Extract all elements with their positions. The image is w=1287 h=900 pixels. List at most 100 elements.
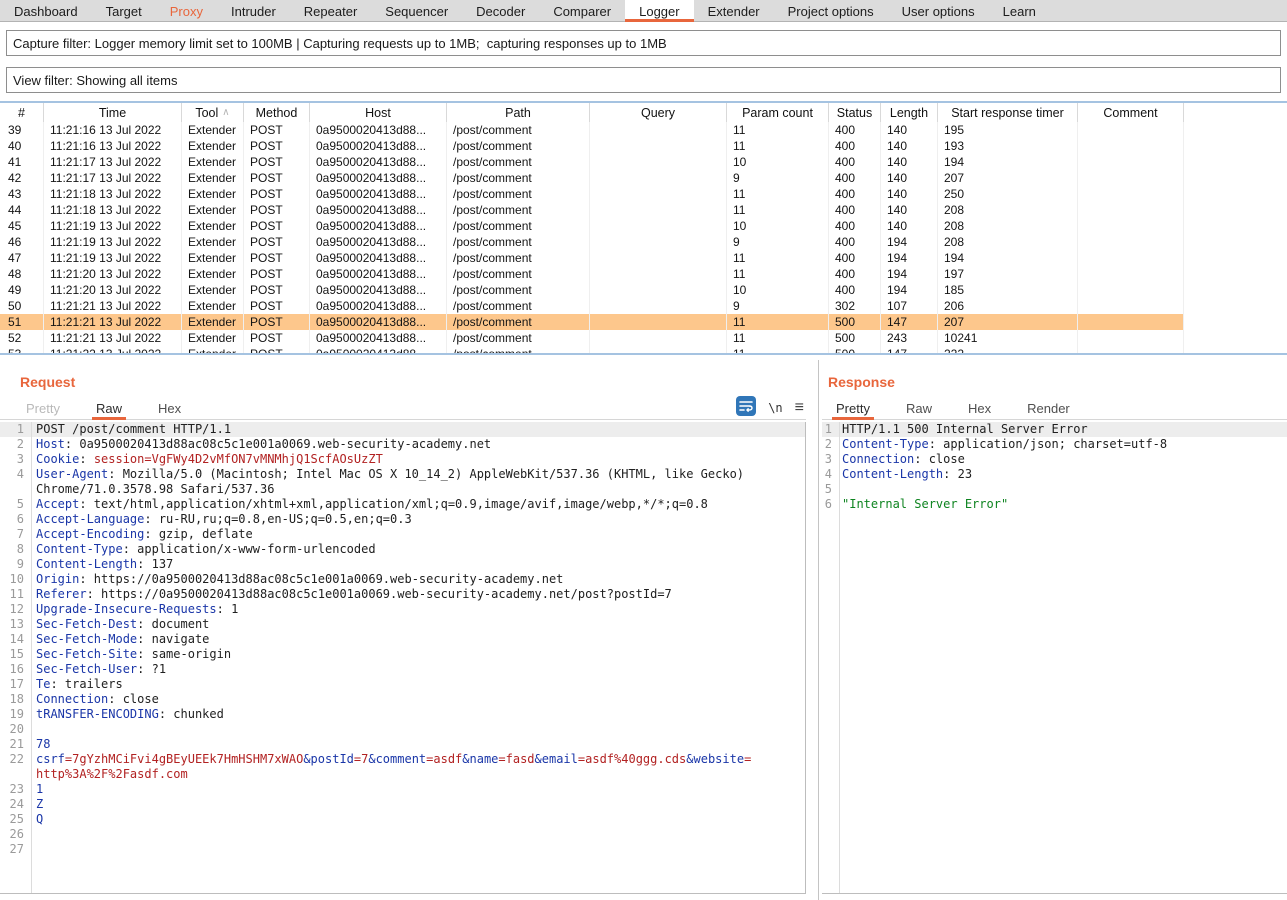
nav-tab-repeater[interactable]: Repeater bbox=[290, 0, 371, 22]
cell-host: 0a9500020413d88... bbox=[310, 266, 447, 282]
line-content: Sec-Fetch-Site: same-origin bbox=[28, 647, 231, 662]
nav-tab-learn[interactable]: Learn bbox=[989, 0, 1050, 22]
nav-tab-target[interactable]: Target bbox=[92, 0, 156, 22]
response-editor[interactable]: 1HTTP/1.1 500 Internal Server Error2Cont… bbox=[822, 422, 1287, 894]
column-header-query[interactable]: Query bbox=[590, 103, 727, 122]
response-tab-raw[interactable]: Raw bbox=[902, 397, 936, 419]
editor-line: Chrome/71.0.3578.98 Safari/537.36 bbox=[0, 482, 805, 497]
cell-param-count: 11 bbox=[727, 138, 829, 154]
log-row-43[interactable]: 4311:21:18 13 Jul 2022ExtenderPOST0a9500… bbox=[0, 186, 1184, 202]
cell--: 53 bbox=[0, 346, 44, 355]
syntax-name: Origin bbox=[36, 572, 79, 586]
syntax-plain: : same-origin bbox=[137, 647, 231, 661]
log-row-49[interactable]: 4911:21:20 13 Jul 2022ExtenderPOST0a9500… bbox=[0, 282, 1184, 298]
log-row-45[interactable]: 4511:21:19 13 Jul 2022ExtenderPOST0a9500… bbox=[0, 218, 1184, 234]
column-label: Start response timer bbox=[951, 106, 1064, 120]
request-tab-raw[interactable]: Raw bbox=[92, 397, 126, 419]
editor-line: 26 bbox=[0, 827, 805, 842]
line-content: Sec-Fetch-Dest: document bbox=[28, 617, 209, 632]
nav-tab-user-options[interactable]: User options bbox=[888, 0, 989, 22]
column-header-comment[interactable]: Comment bbox=[1078, 103, 1184, 122]
request-tab-hex[interactable]: Hex bbox=[154, 397, 185, 419]
cell-path: /post/comment bbox=[447, 218, 590, 234]
syntax-plain: : application/x-www-form-urlencoded bbox=[123, 542, 376, 556]
nav-tab-logger[interactable]: Logger bbox=[625, 0, 693, 22]
column-header-method[interactable]: Method bbox=[244, 103, 310, 122]
response-tab-render[interactable]: Render bbox=[1023, 397, 1074, 419]
column-header-start-response-timer[interactable]: Start response timer bbox=[938, 103, 1078, 122]
line-number: 5 bbox=[0, 497, 28, 512]
cell-path: /post/comment bbox=[447, 266, 590, 282]
log-row-41[interactable]: 4111:21:17 13 Jul 2022ExtenderPOST0a9500… bbox=[0, 154, 1184, 170]
nav-tab-comparer[interactable]: Comparer bbox=[539, 0, 625, 22]
cell-method: POST bbox=[244, 234, 310, 250]
column-header-length[interactable]: Length bbox=[881, 103, 938, 122]
line-content: Origin: https://0a9500020413d88ac08c5c1e… bbox=[28, 572, 563, 587]
column-header-param-count[interactable]: Param count bbox=[727, 103, 829, 122]
syntax-plain: : close bbox=[914, 452, 965, 466]
request-tab-pretty[interactable]: Pretty bbox=[22, 397, 64, 419]
cell-time: 11:21:20 13 Jul 2022 bbox=[44, 282, 182, 298]
nav-tab-sequencer[interactable]: Sequencer bbox=[371, 0, 462, 22]
cell-time: 11:21:19 13 Jul 2022 bbox=[44, 234, 182, 250]
request-editor-toolbar: \n ≡ bbox=[736, 398, 804, 418]
column-header-tool[interactable]: Tool∧ bbox=[182, 103, 244, 122]
cell-path: /post/comment bbox=[447, 234, 590, 250]
syntax-name: 1 bbox=[36, 782, 43, 796]
editor-line: 27 bbox=[0, 842, 805, 857]
newline-toggle-icon[interactable]: \n bbox=[768, 401, 782, 415]
request-response-splitter[interactable] bbox=[818, 360, 819, 900]
nav-tab-project-options[interactable]: Project options bbox=[774, 0, 888, 22]
nav-tab-decoder[interactable]: Decoder bbox=[462, 0, 539, 22]
log-row-47[interactable]: 4711:21:19 13 Jul 2022ExtenderPOST0a9500… bbox=[0, 250, 1184, 266]
capture-filter-text: Capture filter: Logger memory limit set … bbox=[13, 36, 667, 51]
cell-query bbox=[590, 298, 727, 314]
cell-start-response-timer: 194 bbox=[938, 154, 1078, 170]
log-row-52[interactable]: 5211:21:21 13 Jul 2022ExtenderPOST0a9500… bbox=[0, 330, 1184, 346]
nav-tab-dashboard[interactable]: Dashboard bbox=[0, 0, 92, 22]
log-row-48[interactable]: 4811:21:20 13 Jul 2022ExtenderPOST0a9500… bbox=[0, 266, 1184, 282]
syntax-string: "Internal Server Error" bbox=[842, 497, 1008, 511]
cell--: 45 bbox=[0, 218, 44, 234]
cell-start-response-timer: 206 bbox=[938, 298, 1078, 314]
response-tab-pretty[interactable]: Pretty bbox=[832, 397, 874, 419]
syntax-name: Upgrade-Insecure-Requests bbox=[36, 602, 217, 616]
line-content: POST /post/comment HTTP/1.1 bbox=[28, 422, 231, 437]
response-tab-hex[interactable]: Hex bbox=[964, 397, 995, 419]
cell-path: /post/comment bbox=[447, 170, 590, 186]
cell-query bbox=[590, 250, 727, 266]
log-row-46[interactable]: 4611:21:19 13 Jul 2022ExtenderPOST0a9500… bbox=[0, 234, 1184, 250]
nav-tab-extender[interactable]: Extender bbox=[694, 0, 774, 22]
column-header-path[interactable]: Path bbox=[447, 103, 590, 122]
syntax-plain: : 0a9500020413d88ac08c5c1e001a0069.web-s… bbox=[65, 437, 491, 451]
cell-host: 0a9500020413d88... bbox=[310, 282, 447, 298]
log-row-44[interactable]: 4411:21:18 13 Jul 2022ExtenderPOST0a9500… bbox=[0, 202, 1184, 218]
log-row-39[interactable]: 3911:21:16 13 Jul 2022ExtenderPOST0a9500… bbox=[0, 122, 1184, 138]
request-editor[interactable]: 1POST /post/comment HTTP/1.12Host: 0a950… bbox=[0, 422, 806, 894]
column-header-host[interactable]: Host bbox=[310, 103, 447, 122]
log-row-40[interactable]: 4011:21:16 13 Jul 2022ExtenderPOST0a9500… bbox=[0, 138, 1184, 154]
column-header--[interactable]: # bbox=[0, 103, 44, 122]
editor-line: 17Te: trailers bbox=[0, 677, 805, 692]
log-row-50[interactable]: 5011:21:21 13 Jul 2022ExtenderPOST0a9500… bbox=[0, 298, 1184, 314]
syntax-plain: : ?1 bbox=[137, 662, 166, 676]
line-content: Content-Length: 23 bbox=[836, 467, 972, 482]
cell-status: 500 bbox=[829, 330, 881, 346]
cell-method: POST bbox=[244, 154, 310, 170]
editor-menu-icon[interactable]: ≡ bbox=[795, 398, 804, 418]
nav-tab-intruder[interactable]: Intruder bbox=[217, 0, 290, 22]
cell-status: 400 bbox=[829, 186, 881, 202]
log-row-51[interactable]: 5111:21:21 13 Jul 2022ExtenderPOST0a9500… bbox=[0, 314, 1184, 330]
editor-line: 2Content-Type: application/json; charset… bbox=[822, 437, 1287, 452]
log-row-42[interactable]: 4211:21:17 13 Jul 2022ExtenderPOST0a9500… bbox=[0, 170, 1184, 186]
column-header-time[interactable]: Time bbox=[44, 103, 182, 122]
log-row-53[interactable]: 5311:21:22 13 Jul 2022ExtenderPOST0a9500… bbox=[0, 346, 1184, 355]
cell-comment bbox=[1078, 298, 1184, 314]
editor-line: 1HTTP/1.1 500 Internal Server Error bbox=[822, 422, 1287, 437]
nav-tab-proxy[interactable]: Proxy bbox=[156, 0, 217, 22]
capture-filter-bar[interactable]: Capture filter: Logger memory limit set … bbox=[6, 30, 1281, 56]
cell-length: 194 bbox=[881, 250, 938, 266]
column-header-status[interactable]: Status bbox=[829, 103, 881, 122]
word-wrap-icon[interactable] bbox=[736, 396, 756, 421]
view-filter-bar[interactable]: View filter: Showing all items bbox=[6, 67, 1281, 93]
